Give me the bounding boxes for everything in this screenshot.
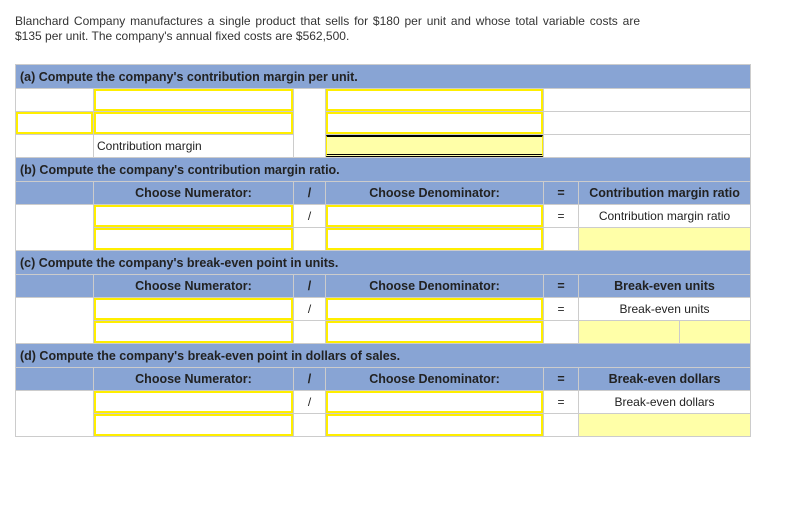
- c-result-header: Break-even units: [577, 274, 752, 298]
- d-slash: /: [293, 390, 326, 414]
- b-equals: =: [543, 204, 579, 228]
- d-result-header: Break-even dollars: [577, 367, 752, 391]
- worksheet-table: (a) Compute the company's contribution m…: [14, 64, 752, 437]
- c-numerator-select[interactable]: [94, 298, 293, 320]
- c-slash-header: /: [293, 274, 326, 298]
- b-denominator-header: Choose Denominator:: [325, 181, 544, 205]
- d-numerator-header: Choose Numerator:: [93, 367, 294, 391]
- d-denominator-header: Choose Denominator:: [325, 367, 544, 391]
- b-result-input[interactable]: [577, 227, 752, 251]
- b-slash: /: [293, 204, 326, 228]
- section-c-title: (c) Compute the company's break-even poi…: [14, 250, 752, 275]
- a-item-2-select[interactable]: [94, 112, 293, 134]
- section-d-title: (d) Compute the company's break-even poi…: [14, 343, 752, 368]
- d-denominator-input[interactable]: [326, 414, 543, 436]
- c-slash: /: [293, 297, 326, 321]
- b-result-label: Contribution margin ratio: [577, 204, 752, 228]
- c-result-input[interactable]: [579, 321, 680, 343]
- problem-statement: Blanchard Company manufactures a single …: [15, 14, 640, 43]
- b-denominator-select[interactable]: [326, 205, 543, 227]
- b-numerator-input[interactable]: [94, 228, 293, 250]
- a-item-1-select[interactable]: [94, 89, 293, 111]
- c-equals: =: [543, 297, 579, 321]
- b-denominator-input[interactable]: [326, 228, 543, 250]
- a-operator-select[interactable]: [16, 112, 93, 134]
- d-equals-header: =: [543, 367, 579, 391]
- b-result-header: Contribution margin ratio: [577, 181, 752, 205]
- d-numerator-select[interactable]: [94, 391, 293, 413]
- section-b-title: (b) Compute the company's contribution m…: [14, 157, 752, 182]
- c-denominator-input[interactable]: [326, 321, 543, 343]
- b-equals-header: =: [543, 181, 579, 205]
- c-denominator-header: Choose Denominator:: [325, 274, 544, 298]
- d-equals: =: [543, 390, 579, 414]
- section-a-title: (a) Compute the company's contribution m…: [14, 64, 752, 89]
- d-slash-header: /: [293, 367, 326, 391]
- c-numerator-header: Choose Numerator:: [93, 274, 294, 298]
- c-denominator-select[interactable]: [326, 298, 543, 320]
- b-numerator-header: Choose Numerator:: [93, 181, 294, 205]
- b-slash-header: /: [293, 181, 326, 205]
- d-numerator-input[interactable]: [94, 414, 293, 436]
- d-result-label: Break-even dollars: [577, 390, 752, 414]
- d-denominator-select[interactable]: [326, 391, 543, 413]
- c-result-unit-select[interactable]: [680, 321, 750, 343]
- d-result-input[interactable]: [577, 413, 752, 437]
- c-equals-header: =: [543, 274, 579, 298]
- a-amount-2-input[interactable]: [326, 112, 543, 134]
- b-numerator-select[interactable]: [94, 205, 293, 227]
- a-amount-1-input[interactable]: [326, 89, 543, 111]
- a-result-label: Contribution margin: [93, 134, 294, 158]
- c-numerator-input[interactable]: [94, 321, 293, 343]
- a-result-input[interactable]: [326, 135, 543, 157]
- c-result-label: Break-even units: [577, 297, 752, 321]
